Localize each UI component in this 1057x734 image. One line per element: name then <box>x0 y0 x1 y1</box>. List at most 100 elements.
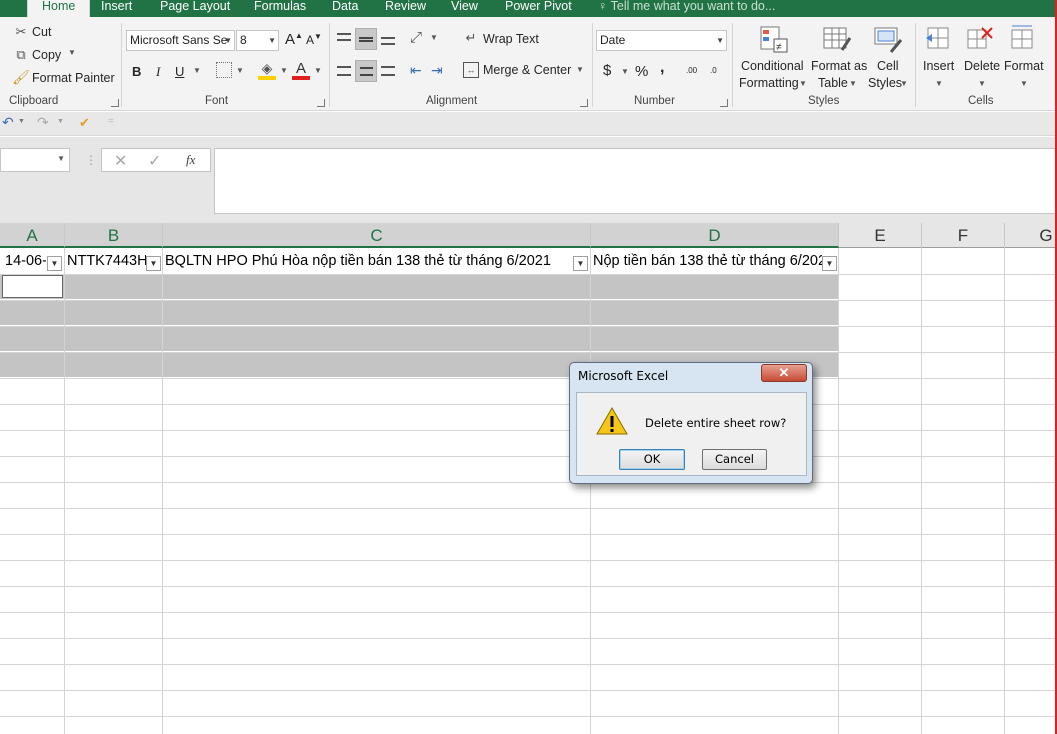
merge-center-button[interactable]: Merge & Center <box>483 63 571 77</box>
insert-function-button[interactable]: fx <box>186 152 195 168</box>
orientation-chevron-icon[interactable]: ▼ <box>430 33 438 42</box>
align-center-button[interactable] <box>355 60 377 82</box>
merge-center-chevron-icon[interactable]: ▼ <box>576 65 584 74</box>
format-cells-button[interactable]: Format <box>1004 59 1044 73</box>
ok-button[interactable]: OK <box>619 449 685 470</box>
tab-formulas[interactable]: Formulas <box>254 0 306 17</box>
increase-decimal-button[interactable]: .00 <box>686 66 697 75</box>
filter-dropdown-icon[interactable]: ▼ <box>822 256 837 271</box>
currency-chevron-icon[interactable]: ▼ <box>621 67 629 76</box>
decrease-font-size-icon[interactable]: A▼ <box>306 32 322 47</box>
middle-align-button[interactable] <box>355 28 377 50</box>
confirm-entry-icon[interactable]: ✓ <box>148 151 161 171</box>
column-header-b[interactable]: B <box>65 223 163 248</box>
header-cell-a[interactable]: 14-06- <box>2 249 46 274</box>
borders-icon[interactable] <box>216 62 232 78</box>
top-align-icon[interactable] <box>336 30 352 44</box>
column-gridline <box>1004 248 1005 734</box>
cancel-button[interactable]: Cancel <box>702 449 767 470</box>
copy-button[interactable]: Copy <box>32 48 61 62</box>
fill-color-icon[interactable]: ◈ <box>258 60 276 80</box>
borders-chevron-icon[interactable]: ▼ <box>236 66 244 75</box>
redo-chevron-icon[interactable]: ▼ <box>57 118 64 125</box>
tab-insert[interactable]: Insert <box>101 0 132 17</box>
filter-dropdown-icon[interactable]: ▼ <box>47 256 62 271</box>
tab-page-layout[interactable]: Page Layout <box>160 0 230 17</box>
formula-input[interactable] <box>214 148 1057 214</box>
format-painter-button[interactable]: Format Painter <box>32 71 115 85</box>
redo-icon[interactable]: ↷ <box>37 114 49 131</box>
column-header-a[interactable]: A <box>0 223 65 248</box>
header-cell-d[interactable]: Nộp tiền bán 138 thẻ từ tháng 6/202 <box>590 249 822 274</box>
insert-chevron-icon[interactable]: ▼ <box>935 79 943 88</box>
row-gridline <box>0 456 1057 457</box>
align-right-icon[interactable] <box>380 64 396 78</box>
cut-button[interactable]: Cut <box>32 25 51 39</box>
underline-button[interactable]: U <box>175 64 184 79</box>
check-warning-icon[interactable]: ✔ <box>79 115 90 131</box>
column-header-e[interactable]: E <box>839 223 922 248</box>
align-left-icon[interactable] <box>336 64 352 78</box>
customize-qat-icon[interactable]: = <box>108 116 114 127</box>
orientation-icon[interactable]: ⤢ <box>410 29 422 46</box>
currency-button[interactable]: $ <box>603 62 611 79</box>
alignment-launcher-icon[interactable] <box>580 99 588 107</box>
tab-power-pivot[interactable]: Power Pivot <box>505 0 572 17</box>
percent-button[interactable]: % <box>635 63 648 80</box>
font-size-combo[interactable]: 8 ▼ <box>236 30 279 51</box>
format-as-table-label[interactable]: Format as <box>811 59 867 73</box>
font-name-combo[interactable]: Microsoft Sans Se ▼ <box>126 30 235 51</box>
conditional-chevron-icon[interactable]: ▼ <box>799 79 807 88</box>
italic-button[interactable]: I <box>156 64 160 80</box>
comma-button[interactable]: , <box>660 59 664 77</box>
tab-review[interactable]: Review <box>385 0 426 17</box>
undo-chevron-icon[interactable]: ▼ <box>18 118 25 125</box>
conditional-formatting-label-2[interactable]: Formatting <box>739 76 799 90</box>
format-as-table-label-2[interactable]: Table <box>818 76 848 90</box>
font-color-chevron-icon[interactable]: ▼ <box>314 66 322 75</box>
column-header-f[interactable]: F <box>922 223 1005 248</box>
filter-dropdown-icon[interactable]: ▼ <box>573 256 588 271</box>
decrease-decimal-button[interactable]: .0 <box>710 66 717 75</box>
undo-icon[interactable]: ↶ <box>2 114 14 131</box>
header-cell-c[interactable]: BQLTN HPO Phú Hòa nộp tiền bán 138 thẻ t… <box>162 249 572 274</box>
number-launcher-icon[interactable] <box>720 99 728 107</box>
increase-indent-icon[interactable]: ⇥ <box>431 62 443 79</box>
font-launcher-icon[interactable] <box>317 99 325 107</box>
name-box-chevron-icon[interactable]: ▼ <box>57 154 65 163</box>
cell-styles-label-2[interactable]: Styles <box>868 76 902 90</box>
tab-view[interactable]: View <box>451 0 478 17</box>
fill-color-chevron-icon[interactable]: ▼ <box>280 66 288 75</box>
decrease-indent-icon[interactable]: ⇤ <box>410 62 422 79</box>
clipboard-launcher-icon[interactable] <box>111 99 119 107</box>
header-cell-b[interactable]: NTTK7443H <box>64 249 146 274</box>
column-header-c[interactable]: C <box>163 223 591 248</box>
delete-chevron-icon[interactable]: ▼ <box>978 79 986 88</box>
cell-styles-chevron-icon[interactable]: ▼ <box>900 79 908 88</box>
filter-active-icon[interactable]: ▼ <box>146 256 161 271</box>
worksheet-grid[interactable] <box>0 249 1057 734</box>
wrap-text-button[interactable]: Wrap Text <box>483 32 539 46</box>
number-format-combo[interactable]: Date ▼ <box>596 30 727 51</box>
tab-home[interactable]: Home <box>27 0 91 17</box>
copy-dropdown-chevron-icon[interactable]: ▼ <box>68 48 76 57</box>
format-chevron-icon[interactable]: ▼ <box>1020 79 1028 88</box>
delete-cells-button[interactable]: Delete <box>964 59 1000 73</box>
column-header-g[interactable]: G <box>1005 223 1057 248</box>
tab-data[interactable]: Data <box>332 0 358 17</box>
conditional-formatting-label[interactable]: Conditional <box>741 59 804 73</box>
column-header-d[interactable]: D <box>591 223 839 248</box>
tell-me-box[interactable]: ♀ Tell me what you want to do... <box>598 0 775 17</box>
bold-button[interactable]: B <box>132 64 141 79</box>
bottom-align-icon[interactable] <box>380 34 396 48</box>
name-box[interactable]: ▼ <box>0 148 70 172</box>
dialog-close-button[interactable]: ✕ <box>761 364 807 382</box>
increase-font-size-icon[interactable]: A▲ <box>285 31 303 48</box>
underline-chevron-icon[interactable]: ▼ <box>193 66 201 75</box>
active-cell[interactable] <box>2 275 63 298</box>
cell-styles-label[interactable]: Cell <box>877 59 899 73</box>
cancel-entry-icon[interactable]: ✕ <box>114 151 127 171</box>
insert-cells-button[interactable]: Insert <box>923 59 954 73</box>
font-color-icon[interactable]: A <box>292 60 310 80</box>
format-as-table-chevron-icon[interactable]: ▼ <box>849 79 857 88</box>
